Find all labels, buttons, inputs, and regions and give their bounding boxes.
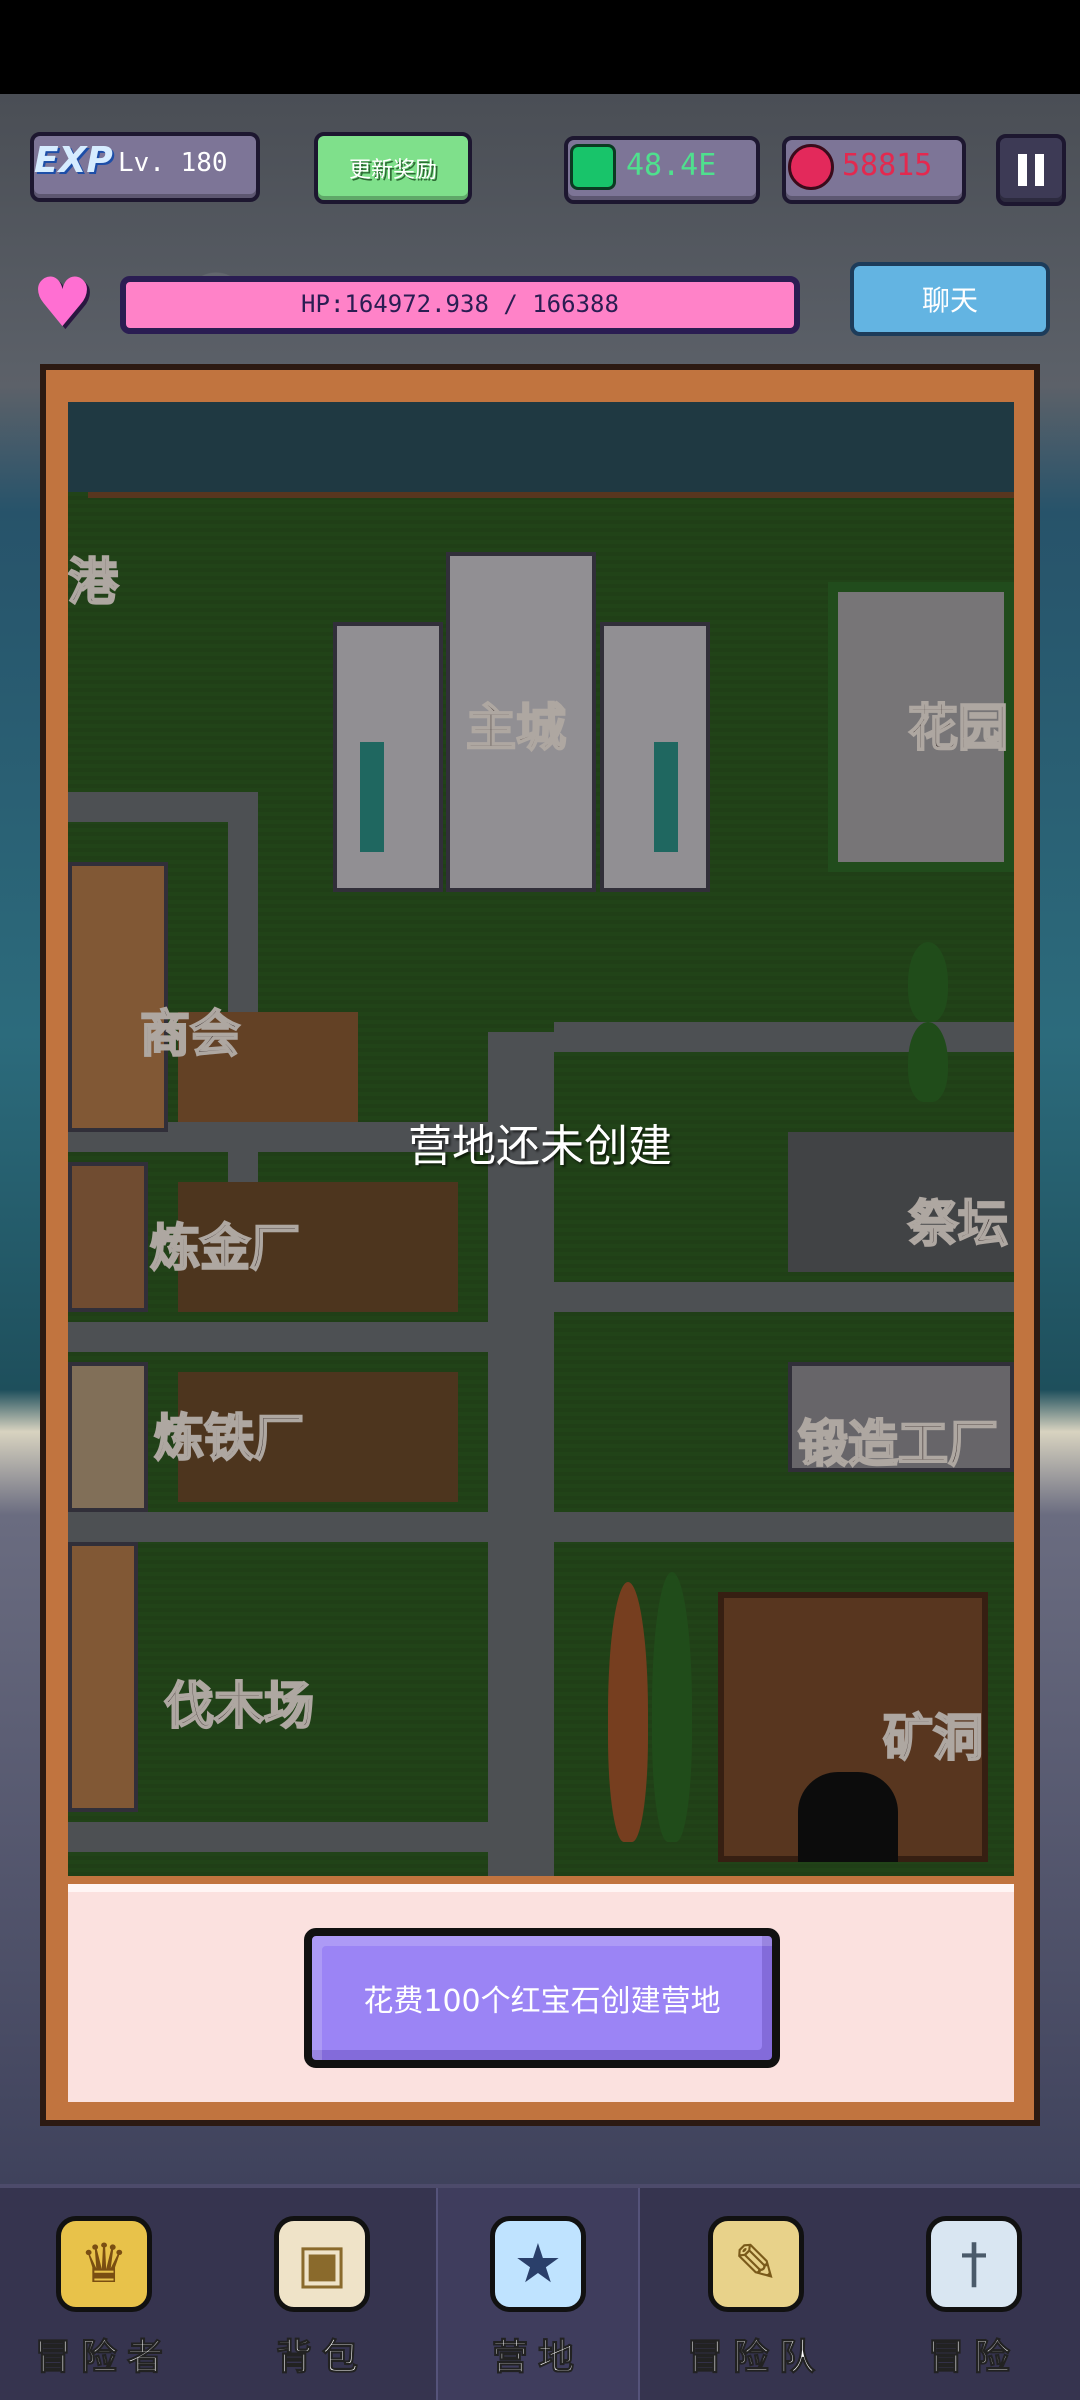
emerald-gem-icon	[570, 144, 616, 190]
scroll-book-icon: ✎	[708, 2216, 804, 2312]
helmet-icon: ♛	[56, 2216, 152, 2312]
exp-icon: EXP	[34, 140, 113, 181]
ruby-amount: 58815	[842, 148, 933, 183]
nav-item-adventurer[interactable]: ♛ 冒险者	[2, 2188, 206, 2400]
camp-banner-icon: ★	[490, 2216, 586, 2312]
create-camp-button[interactable]: 花费100个红宝石创建营地	[304, 1928, 780, 2068]
nav-item-adventure[interactable]: † 冒险	[872, 2188, 1076, 2400]
nav-label: 冒险者	[34, 2337, 173, 2379]
pause-icon-bar	[1035, 154, 1044, 186]
backpack-icon: ▣	[274, 2216, 370, 2312]
chat-button[interactable]: 聊天	[850, 262, 1050, 336]
heart-icon: ♥	[32, 264, 93, 343]
ruby-gem-icon	[788, 144, 834, 190]
pause-icon	[1018, 154, 1027, 186]
nav-item-camp[interactable]: ★ 营地	[436, 2188, 640, 2400]
nav-label: 营地	[491, 2337, 584, 2379]
sword-icon: †	[926, 2216, 1022, 2312]
camp-status-text: 营地还未创建	[408, 1121, 672, 1172]
nav-label: 背包	[275, 2337, 368, 2379]
nav-item-party[interactable]: ✎ 冒险队	[654, 2188, 858, 2400]
nav-item-backpack[interactable]: ▣ 背包	[220, 2188, 424, 2400]
pause-button[interactable]	[996, 134, 1066, 206]
nav-label: 冒险	[927, 2337, 1020, 2379]
update-reward-button[interactable]: 更新奖励	[314, 132, 472, 204]
hp-text: HP:164972.938 / 166388	[301, 290, 619, 318]
player-level: Lv. 180	[118, 148, 228, 178]
nav-label: 冒险队	[686, 2337, 825, 2379]
gem-amount: 48.4E	[626, 148, 717, 183]
